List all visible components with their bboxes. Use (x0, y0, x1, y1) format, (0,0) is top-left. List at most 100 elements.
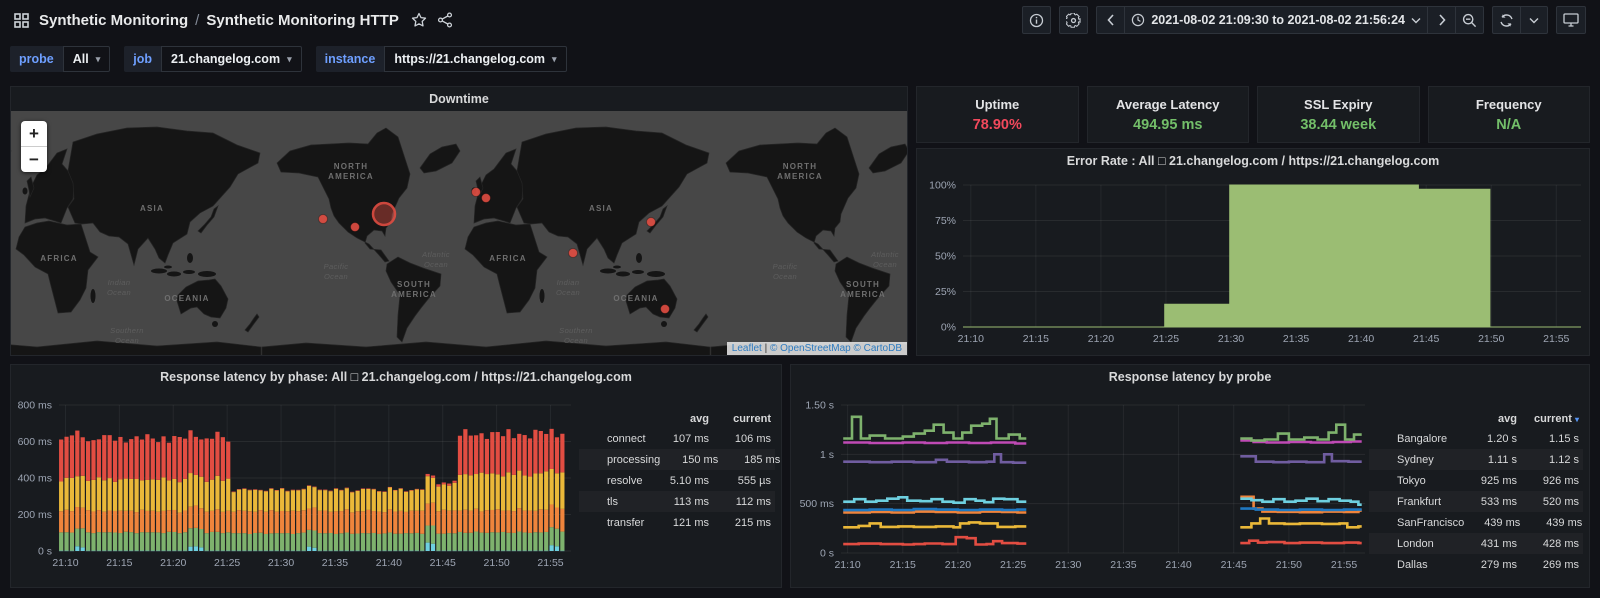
map-dot-London-b[interactable] (481, 193, 491, 203)
legend-sort-avg[interactable]: avg (651, 413, 709, 425)
probe-series-Frankfurt (843, 496, 1027, 504)
x-tick-label: 21:50 (483, 557, 509, 569)
latency-by-phase-chart[interactable]: 0 s 200 ms 400 ms 600 ms 800 ms 21:10 21:15 21:… (11, 389, 577, 587)
legend-row-resolve[interactable]: resolve 5.10 ms 555 µs (579, 470, 775, 491)
map-dot-Dallas[interactable] (350, 222, 360, 232)
legend-row-transfer[interactable]: transfer 121 ms 215 ms (579, 512, 775, 533)
stat-panel-frequency: Frequency N/A (1427, 86, 1590, 143)
variable-value-job[interactable]: 21.changelog.com ▾ (161, 46, 302, 72)
legend-sort-avg[interactable]: avg (1461, 413, 1517, 425)
legend-sort-current[interactable]: current (709, 413, 771, 425)
x-tick-label: 21:10 (958, 333, 984, 345)
legend-row-London[interactable]: London 431 ms 428 ms (1369, 533, 1583, 554)
legend-row-Bangalore[interactable]: Bangalore 1.20 s 1.15 s (1369, 428, 1583, 449)
legend-current-value: 439 ms (1546, 516, 1583, 529)
map-canvas[interactable]: NORTHAMERICA SOUTHAMERICA AFRICA ASIA OCEANI… (11, 111, 907, 355)
x-tick-label: 21:30 (1055, 559, 1081, 571)
variable-job: job 21.changelog.com ▾ (124, 46, 302, 72)
map-dot-Bangalore[interactable] (568, 248, 578, 258)
legend-avg-value: 925 ms (1480, 474, 1517, 487)
x-tick-label: 21:45 (430, 557, 456, 569)
variable-value-instance[interactable]: https://21.changelog.com ▾ (384, 46, 567, 72)
map-label: AFRICA (489, 254, 526, 263)
x-tick-label: 21:45 (1413, 333, 1439, 345)
leaflet-link[interactable]: Leaflet (732, 343, 762, 354)
legend-series-name: Dallas (1397, 558, 1428, 571)
stat-title[interactable]: SSL Expiry (1304, 97, 1372, 112)
stat-title[interactable]: Frequency (1476, 97, 1542, 112)
legend-sort-current[interactable]: current ▾ (1517, 413, 1579, 425)
y-tick-label: 500 ms (800, 498, 834, 510)
legend-series-name: processing (607, 453, 661, 466)
error-rate-chart[interactable]: 0% 25% 50% 75% 100% 21:10 21:15 21:20 21:25 21:30… (917, 173, 1589, 353)
stat-value: 78.90% (972, 116, 1022, 133)
x-tick-label: 21:30 (1218, 333, 1244, 345)
panel-title-error-rate[interactable]: Error Rate : All □ 21.changelog.com / ht… (917, 149, 1589, 173)
map-dot-Tokyo[interactable] (646, 217, 656, 227)
top-navbar: Synthetic Monitoring / Synthetic Monitor… (0, 0, 1600, 40)
x-tick-label: 21:35 (1283, 333, 1309, 345)
legend-latency-by-probe: avg current ▾ Bangalore 1.20 s 1.15 s Sydney 1… (1369, 409, 1583, 575)
dashboard-settings-button[interactable] (1059, 6, 1089, 34)
legend-current-value: 428 ms (1542, 537, 1579, 550)
map-zoom-in-button[interactable]: + (21, 121, 47, 147)
legend-row-tls[interactable]: tls 113 ms 112 ms (579, 491, 775, 512)
carto-link[interactable]: © CartoDB (854, 343, 903, 354)
time-shift-back-button[interactable] (1096, 6, 1125, 34)
panel-latency-by-probe: Response latency by probe 0 s 500 ms 1 s 1.… (790, 364, 1590, 588)
legend-current-value: 520 ms (1542, 495, 1579, 508)
legend-row-Sydney[interactable]: Sydney 1.11 s 1.12 s (1369, 449, 1583, 470)
map-label: Pacific Ocean (324, 262, 349, 281)
map-zoom-out-button[interactable]: − (21, 147, 47, 172)
x-tick-label: 21:25 (214, 557, 240, 569)
panel-title-downtime[interactable]: Downtime (11, 87, 907, 111)
kiosk-mode-button[interactable] (1556, 6, 1586, 34)
refresh-button[interactable] (1492, 6, 1520, 34)
legend-avg-value: 1.11 s (1487, 453, 1517, 466)
zoom-out-time-button[interactable] (1455, 6, 1484, 34)
time-shift-forward-button[interactable] (1427, 6, 1455, 34)
panel-title-latency-by-phase[interactable]: Response latency by phase: All □ 21.chan… (11, 365, 781, 389)
legend-avg-value: 533 ms (1480, 495, 1517, 508)
legend-series-name: Sydney (1397, 453, 1434, 466)
map-dot-London-a[interactable] (471, 187, 481, 197)
breadcrumb-page[interactable]: Synthetic Monitoring HTTP (206, 12, 399, 29)
probe-series-Tokyo (1240, 453, 1362, 464)
legend-row-Dallas[interactable]: Dallas 279 ms 269 ms (1369, 554, 1583, 575)
probe-series-unnamed (843, 535, 1027, 546)
legend-row-Frankfurt[interactable]: Frankfurt 533 ms 520 ms (1369, 491, 1583, 512)
panel-title-latency-by-probe[interactable]: Response latency by probe (791, 365, 1589, 389)
map-dot-Sydney[interactable] (660, 304, 670, 314)
osm-link[interactable]: © OpenStreetMap (770, 343, 851, 354)
legend-row-Tokyo[interactable]: Tokyo 925 ms 926 ms (1369, 470, 1583, 491)
legend-row-connect[interactable]: connect 107 ms 106 ms (579, 428, 775, 449)
legend-avg-value: 121 ms (672, 516, 709, 529)
y-tick-label: 0 s (38, 546, 52, 558)
legend-row-SanFrancisco[interactable]: SanFrancisco 439 ms 439 ms (1369, 512, 1583, 533)
latency-by-probe-chart[interactable]: 0 s 500 ms 1 s 1.50 s 21:10 21:15 21:20 21:25 21… (791, 389, 1371, 587)
probe-series-Dallas (1240, 517, 1362, 529)
sort-caret-icon: ▾ (1574, 414, 1579, 424)
share-icon[interactable] (437, 12, 453, 28)
legend-current-value: 555 µs (737, 474, 771, 487)
variable-instance: instance https://21.changelog.com ▾ (315, 46, 567, 72)
star-icon[interactable] (411, 12, 427, 28)
map-dot-NewYork[interactable] (371, 201, 397, 227)
map-label: Indian Ocean (107, 278, 131, 297)
variable-value-probe[interactable]: All ▾ (62, 46, 111, 72)
legend-row-processing[interactable]: processing 150 ms 185 ms (579, 449, 780, 470)
time-range-picker[interactable]: 2021-08-02 21:09:30 to 2021-08-02 21:56:… (1124, 6, 1427, 34)
stat-title[interactable]: Average Latency (1116, 97, 1220, 112)
stat-title[interactable]: Uptime (975, 97, 1019, 112)
refresh-interval-dropdown[interactable] (1520, 6, 1548, 34)
panel-info-button[interactable] (1022, 6, 1052, 34)
breadcrumb-section[interactable]: Synthetic Monitoring (39, 12, 188, 29)
map-label: Southern Ocean (110, 326, 144, 345)
apps-grid-icon[interactable] (14, 12, 29, 28)
x-tick-label: 21:45 (1221, 559, 1247, 571)
world-map[interactable]: + − NORTHAMERICA SOUTHAMERICA AFRICA ASIA OC… (11, 111, 907, 355)
variable-label-job: job (124, 46, 161, 72)
y-tick-label: 400 ms (18, 473, 52, 485)
map-dot-SanFrancisco[interactable] (318, 214, 328, 224)
y-tick-label: 1.50 s (805, 400, 834, 412)
